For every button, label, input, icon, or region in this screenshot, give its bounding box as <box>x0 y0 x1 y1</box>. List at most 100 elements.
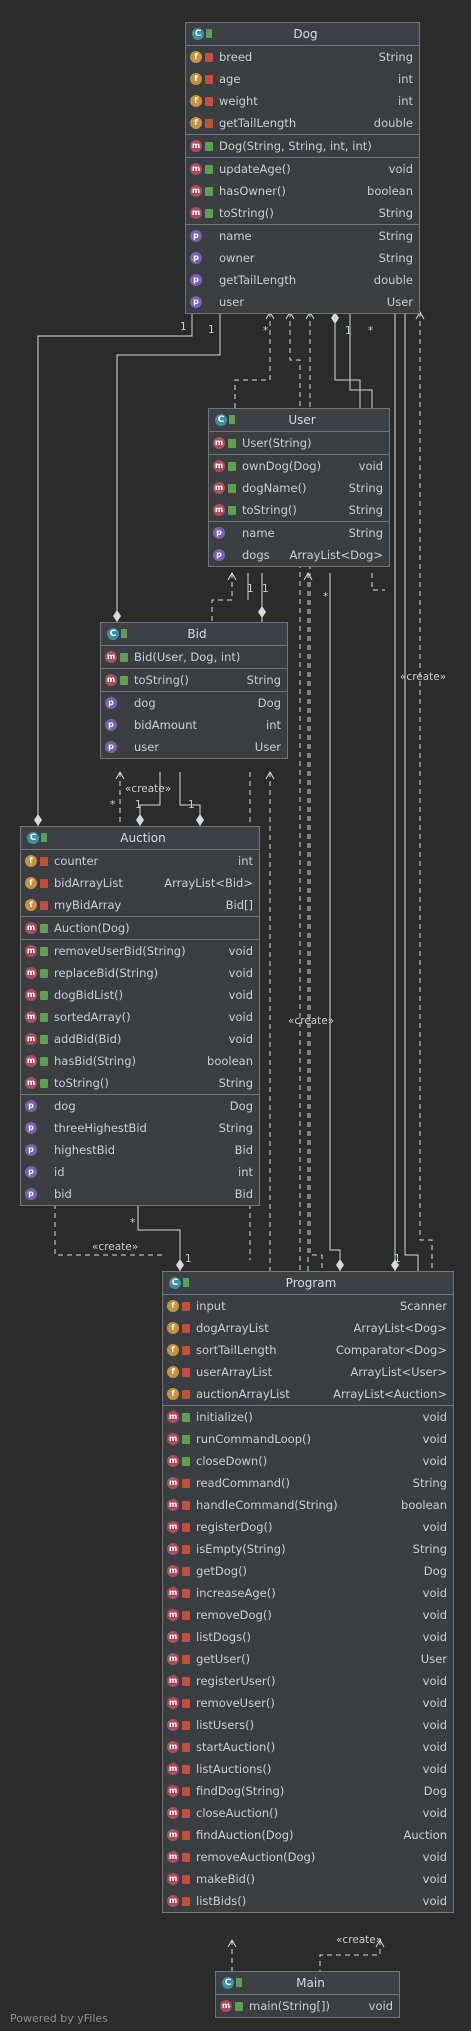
field-icon: f <box>190 117 202 129</box>
member-row[interactable]: p dog Dog <box>21 1095 259 1117</box>
member-name: weight <box>219 94 258 108</box>
member-row[interactable]: f myBidArray Bid[] <box>21 894 259 916</box>
member-row[interactable]: m listAuctions() void <box>163 1758 453 1780</box>
member-row[interactable]: f getTailLength double <box>186 112 419 134</box>
member-row[interactable]: m dogName() String <box>209 477 389 499</box>
member-row[interactable]: m ownDog(Dog) void <box>209 455 389 477</box>
member-row[interactable]: m User(String) <box>209 432 389 454</box>
member-row[interactable]: m Dog(String, String, int, int) <box>186 135 419 157</box>
class-program[interactable]: C Program f input Scanner f dogArrayList ArrayL… <box>162 1271 454 1913</box>
member-row[interactable]: f userArrayList ArrayList<User> <box>163 1361 453 1383</box>
member-row[interactable]: m removeUser() void <box>163 1692 453 1714</box>
member-row[interactable]: m runCommandLoop() void <box>163 1428 453 1450</box>
member-row[interactable]: m hasOwner() boolean <box>186 180 419 202</box>
member-row[interactable]: m updateAge() void <box>186 158 419 180</box>
member-row[interactable]: f dogArrayList ArrayList<Dog> <box>163 1317 453 1339</box>
member-row[interactable]: m Auction(Dog) <box>21 917 259 939</box>
no-visibility-icon <box>40 1124 48 1133</box>
member-row[interactable]: m sortedArray() void <box>21 1006 259 1028</box>
member-row[interactable]: m initialize() void <box>163 1406 453 1428</box>
property-icon: p <box>190 252 202 264</box>
member-row[interactable]: p id int <box>21 1161 259 1183</box>
public-unlock-icon <box>182 1456 190 1466</box>
member-name: listDogs() <box>196 1630 252 1644</box>
member-row[interactable]: m toString() String <box>21 1072 259 1094</box>
method-icon: m <box>220 2000 232 2012</box>
member-row[interactable]: m isEmpty(String) String <box>163 1538 453 1560</box>
class-icon: C <box>27 832 39 844</box>
member-row[interactable]: m registerDog() void <box>163 1516 453 1538</box>
member-type: boolean <box>367 184 413 198</box>
member-row[interactable]: f breed String <box>186 46 419 68</box>
class-auction[interactable]: C Auction f counter int f bidArrayList ArrayLis… <box>20 826 260 1206</box>
member-type: String <box>378 229 413 243</box>
property-icon: p <box>25 1144 37 1156</box>
no-visibility-icon <box>120 721 128 730</box>
member-row[interactable]: p dogs ArrayList<Dog> <box>209 544 389 566</box>
member-row[interactable]: p name String <box>209 522 389 544</box>
member-row[interactable]: m closeAuction() void <box>163 1802 453 1824</box>
class-user[interactable]: C User m User(String) m ownDog(Dog) void m dogNa… <box>208 408 390 567</box>
member-row[interactable]: p getTailLength double <box>186 269 419 291</box>
member-row[interactable]: m addBid(Bid) void <box>21 1028 259 1050</box>
member-row[interactable]: m listDogs() void <box>163 1626 453 1648</box>
method-icon: m <box>167 1807 179 1819</box>
member-row[interactable]: p bidAmount int <box>101 714 287 736</box>
member-row[interactable]: f auctionArrayList ArrayList<Auction> <box>163 1383 453 1405</box>
member-row[interactable]: m listUsers() void <box>163 1714 453 1736</box>
method-icon: m <box>190 207 202 219</box>
member-row[interactable]: m findDog(String) Dog <box>163 1780 453 1802</box>
member-row[interactable]: p owner String <box>186 247 419 269</box>
member-row[interactable]: m closeDown() void <box>163 1450 453 1472</box>
no-visibility-icon <box>205 276 213 285</box>
member-row[interactable]: m handleCommand(String) boolean <box>163 1494 453 1516</box>
class-main[interactable]: C Main m main(String[]) void <box>215 1971 400 2018</box>
member-row[interactable]: f sortTailLength Comparator<Dog> <box>163 1339 453 1361</box>
member-row[interactable]: m registerUser() void <box>163 1670 453 1692</box>
create-stereotype-label: «create» <box>92 1241 138 1253</box>
member-row[interactable]: m startAuction() void <box>163 1736 453 1758</box>
method-icon: m <box>167 1631 179 1643</box>
class-dog[interactable]: C Dog f breed String f age int f weight int f getTai… <box>185 22 420 314</box>
public-unlock-icon <box>205 208 213 218</box>
member-row[interactable]: p threeHighestBid String <box>21 1117 259 1139</box>
member-row[interactable]: f weight int <box>186 90 419 112</box>
member-row[interactable]: m getUser() User <box>163 1648 453 1670</box>
member-row[interactable]: m replaceBid(String) void <box>21 962 259 984</box>
member-row[interactable]: p dog Dog <box>101 692 287 714</box>
member-row[interactable]: m dogBidList() void <box>21 984 259 1006</box>
private-lock-icon <box>182 1588 190 1598</box>
member-row[interactable]: p bid Bid <box>21 1183 259 1205</box>
member-row[interactable]: f age int <box>186 68 419 90</box>
member-type: void <box>228 1010 253 1024</box>
connector-line <box>419 312 433 1271</box>
member-row[interactable]: m makeBid() void <box>163 1868 453 1890</box>
member-row[interactable]: p name String <box>186 225 419 247</box>
member-row[interactable]: m main(String[]) void <box>216 1995 399 2017</box>
member-row[interactable]: p user User <box>186 291 419 313</box>
member-row[interactable]: m toString() String <box>101 669 287 691</box>
member-row[interactable]: m increaseAge() void <box>163 1582 453 1604</box>
member-row[interactable]: f input Scanner <box>163 1295 453 1317</box>
class-bid[interactable]: C Bid m Bid(User, Dog, int) m toString() Strin… <box>100 622 288 759</box>
member-row[interactable]: m removeDog() void <box>163 1604 453 1626</box>
member-row[interactable]: m toString() String <box>209 499 389 521</box>
member-row[interactable]: m readCommand() String <box>163 1472 453 1494</box>
member-row[interactable]: f bidArrayList ArrayList<Bid> <box>21 872 259 894</box>
member-row[interactable]: f counter int <box>21 850 259 872</box>
member-row[interactable]: m Bid(User, Dog, int) <box>101 646 287 668</box>
method-icon: m <box>167 1895 179 1907</box>
member-row[interactable]: p user User <box>101 736 287 758</box>
multiplicity-label: 1 <box>180 321 187 333</box>
member-row[interactable]: m removeUserBid(String) void <box>21 940 259 962</box>
member-row[interactable]: m findAuction(Dog) Auction <box>163 1824 453 1846</box>
member-row[interactable]: m getDog() Dog <box>163 1560 453 1582</box>
public-unlock-icon <box>228 505 236 515</box>
member-row[interactable]: m toString() String <box>186 202 419 224</box>
member-row[interactable]: m hasBid(String) boolean <box>21 1050 259 1072</box>
method-icon: m <box>167 1719 179 1731</box>
member-row[interactable]: p highestBid Bid <box>21 1139 259 1161</box>
member-row[interactable]: m removeAuction(Dog) void <box>163 1846 453 1868</box>
member-row[interactable]: m listBids() void <box>163 1890 453 1912</box>
member-type: void <box>228 966 253 980</box>
